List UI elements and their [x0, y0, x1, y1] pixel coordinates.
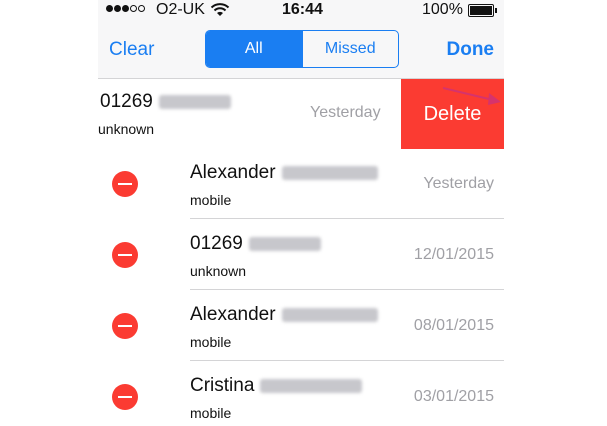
contact-name: Cristina [190, 375, 363, 397]
call-time: 12/01/2015 [413, 246, 494, 263]
call-time: 08/01/2015 [413, 317, 494, 334]
clear-button[interactable]: Clear [109, 39, 154, 61]
redacted-text [281, 307, 378, 322]
redacted-text [281, 165, 378, 180]
call-type: mobile [190, 334, 232, 350]
delete-circle-icon[interactable] [112, 171, 138, 197]
status-bar: O2-UK 16:44 100% [98, 0, 504, 20]
contact-name: Alexander [190, 162, 378, 184]
phone-screen: O2-UK 16:44 100% Clear All Missed Done 0… [98, 0, 504, 426]
call-number: 01269 [100, 91, 231, 113]
clock-time: 16:44 [282, 1, 323, 18]
redacted-text [158, 94, 231, 109]
row-divider [190, 218, 504, 219]
contact-name: Alexander [190, 304, 378, 326]
done-button[interactable]: Done [447, 39, 495, 61]
list-item[interactable]: Alexander mobile Yesterday [98, 149, 504, 219]
carrier-name: O2-UK [156, 1, 205, 18]
delete-circle-icon[interactable] [112, 313, 138, 339]
call-type: mobile [190, 405, 232, 421]
delete-circle-icon[interactable] [112, 242, 138, 268]
segment-missed[interactable]: Missed [303, 31, 399, 67]
call-type: unknown [98, 121, 155, 137]
battery-icon [468, 4, 497, 17]
battery-percentage: 100% [422, 1, 463, 18]
contact-name: 01269 [190, 233, 321, 255]
redacted-text [260, 378, 363, 393]
navigation-bar: Clear All Missed Done [98, 20, 504, 79]
call-time: Yesterday [310, 104, 381, 121]
list-item[interactable]: Alexander mobile 08/01/2015 [98, 291, 504, 361]
segment-all[interactable]: All [206, 31, 302, 67]
call-type: mobile [190, 192, 232, 208]
call-type: unknown [190, 263, 247, 279]
list-item[interactable]: Cristina mobile 03/01/2015 [98, 362, 504, 426]
list-item[interactable]: 01269 unknown 12/01/2015 [98, 220, 504, 290]
call-time: 03/01/2015 [413, 388, 494, 405]
row-divider [190, 360, 504, 361]
row-divider [190, 289, 504, 290]
delete-circle-icon[interactable] [112, 384, 138, 410]
redacted-text [248, 236, 321, 251]
call-time: Yesterday [423, 175, 494, 192]
segmented-control: All Missed [205, 30, 399, 68]
annotation-arrow-icon [443, 87, 501, 105]
